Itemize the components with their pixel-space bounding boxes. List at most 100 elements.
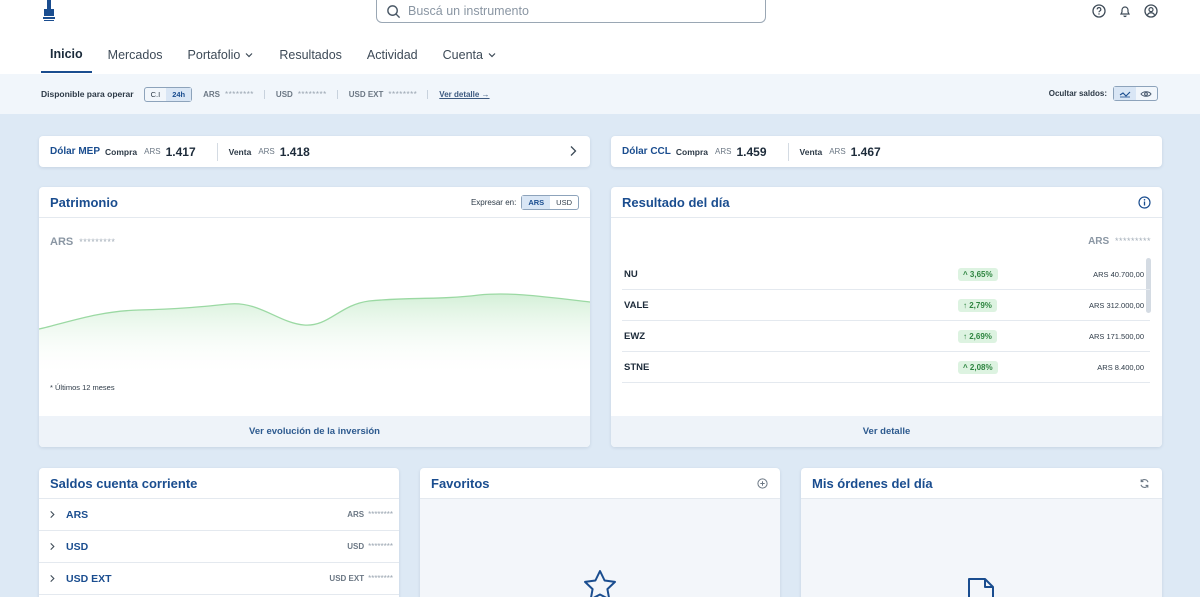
ver-detalle-link[interactable]: Ver detalle →	[439, 90, 489, 99]
result-amount: ARS 8.400,00	[1097, 362, 1144, 372]
chevron-right-icon[interactable]	[568, 145, 578, 157]
chart-hide-icon[interactable]	[1114, 87, 1136, 100]
ver-detalle-resultado-link[interactable]: Ver detalle	[611, 416, 1162, 447]
balance-row[interactable]: USD EXT USD EXT ********	[39, 563, 399, 595]
result-row[interactable]: NU ^ 3,65% ARS 40.700,00	[622, 259, 1150, 290]
balance-amount: USD ********	[347, 542, 393, 551]
chevron-right-icon	[50, 574, 55, 583]
term-selector: C.I 24h	[143, 86, 193, 102]
top-bar: Buscá un instrumento Inicio Mercados Por…	[0, 0, 1200, 74]
dolar-ccl-card[interactable]: Dólar CCL Compra ARS 1.459 Venta ARS 1.4…	[611, 136, 1162, 167]
result-amount: ARS 171.500,00	[1088, 331, 1144, 341]
help-icon[interactable]	[1092, 4, 1106, 18]
currency-code: ARS	[50, 236, 74, 248]
result-row[interactable]: EWZ ↑ 2,69% ARS 171.500,00	[622, 321, 1150, 352]
nav-mercados[interactable]: Mercados	[99, 36, 172, 73]
fx-name: Dólar MEP	[50, 146, 101, 157]
masked-value: ********	[225, 89, 254, 99]
patrimonio-card: Patrimonio Expresar en: ARS USD ARS ****…	[39, 187, 590, 447]
masked-value: ********	[368, 542, 393, 551]
ordenes-empty	[801, 499, 1162, 597]
currency-code: ARS	[1088, 236, 1110, 247]
masked-value: *********	[1114, 236, 1151, 246]
balance-row[interactable]: ARS ARS ********	[39, 499, 399, 531]
main-nav: Inicio Mercados Portafolio Resultados Ac…	[41, 36, 513, 73]
nav-resultados[interactable]: Resultados	[270, 36, 351, 73]
term-24h[interactable]: 24h	[166, 87, 192, 101]
dolar-mep-card[interactable]: Dólar MEP Compra ARS 1.417 Venta ARS 1.4…	[39, 136, 590, 167]
term-ci[interactable]: C.I	[145, 88, 167, 101]
express-label: Expresar en:	[470, 198, 517, 207]
bell-icon[interactable]	[1118, 4, 1132, 18]
currency-selector: ARS USD	[521, 195, 579, 210]
document-icon	[968, 578, 994, 597]
ver-evolucion-link[interactable]: Ver evolución de la inversión	[39, 416, 590, 447]
masked-value: ********	[368, 574, 393, 583]
result-row[interactable]: STNE ^ 2,08% ARS 8.400,00	[622, 352, 1150, 383]
refresh-icon[interactable]	[1139, 478, 1150, 489]
card-title: Mis órdenes del día	[812, 475, 933, 491]
balance-label: ARS	[66, 508, 89, 521]
patrimonio-header: Patrimonio Expresar en: ARS USD	[39, 187, 590, 218]
card-title: Resultado del día	[622, 194, 730, 210]
favoritos-header: Favoritos	[420, 468, 780, 499]
search-placeholder: Buscá un instrumento	[408, 4, 529, 18]
currency-code: USD EXT	[348, 89, 384, 99]
balance-label: USD	[66, 540, 89, 553]
change-badge: ^ 3,65%	[958, 267, 998, 281]
fx-name: Dólar CCL	[622, 146, 671, 157]
currency-usd[interactable]: USD	[550, 196, 578, 209]
logo-icon[interactable]	[42, 0, 56, 22]
nav-label: Resultados	[279, 47, 342, 62]
ticker: NU	[624, 268, 638, 280]
chart-area	[39, 293, 590, 377]
hide-balances: Ocultar saldos:	[1049, 86, 1158, 101]
hide-balances-toggle[interactable]	[1113, 86, 1158, 101]
balance-row[interactable]: USD USD ********	[39, 531, 399, 563]
balance-label: USD EXT	[66, 572, 112, 585]
nav-actividad[interactable]: Actividad	[358, 36, 427, 73]
info-icon[interactable]	[1138, 196, 1151, 209]
search-icon	[387, 4, 401, 18]
masked-value: ********	[388, 89, 418, 99]
resultado-card: Resultado del día ARS ********* NU ^ 3,6…	[611, 187, 1162, 447]
available-usd: USD ********	[275, 89, 338, 99]
nav-label: Cuenta	[442, 47, 483, 62]
express-in: Expresar en: ARS USD	[471, 195, 579, 210]
currency-code: USD	[275, 89, 293, 99]
currency-ars[interactable]: ARS	[522, 196, 551, 209]
nav-portafolio[interactable]: Portafolio	[179, 36, 264, 73]
nav-inicio[interactable]: Inicio	[41, 36, 92, 73]
chevron-right-icon	[50, 542, 55, 551]
card-title: Saldos cuenta corriente	[50, 475, 198, 491]
eye-icon[interactable]	[1136, 87, 1158, 100]
result-amount: ARS 312.000,00	[1088, 300, 1144, 310]
search-input[interactable]: Buscá un instrumento	[376, 0, 766, 23]
ordenes-card: Mis órdenes del día	[801, 468, 1162, 597]
change-badge: ^ 2,08%	[958, 360, 998, 374]
fx-buy-value: 1.459	[736, 144, 767, 159]
nav-label: Actividad	[366, 47, 418, 62]
balance-amount: USD EXT ********	[329, 574, 393, 583]
divider	[787, 142, 789, 161]
fx-sell-currency: ARS	[258, 147, 275, 156]
fx-buy-label: Compra	[675, 146, 709, 157]
masked-value: *********	[79, 237, 116, 247]
available-ars: ARS ********	[203, 89, 265, 99]
card-title: Favoritos	[431, 475, 490, 491]
change-badge: ↑ 2,69%	[958, 329, 997, 343]
fx-sell-label: Venta	[799, 146, 823, 157]
result-row[interactable]: VALE ↑ 2,79% ARS 312.000,00	[622, 290, 1150, 321]
masked-value: ********	[368, 510, 393, 519]
currency-code: ARS	[347, 510, 365, 519]
patrimonio-value: ARS *********	[50, 236, 115, 248]
nav-cuenta[interactable]: Cuenta	[434, 36, 506, 73]
masked-value: ********	[297, 89, 327, 99]
add-favorite-icon[interactable]	[757, 478, 768, 489]
user-icon[interactable]	[1144, 4, 1158, 18]
currency-code: USD	[347, 542, 365, 551]
fx-sell-value: 1.467	[850, 144, 881, 159]
star-icon	[584, 570, 616, 597]
chart-note: * Últimos 12 meses	[50, 383, 115, 392]
available-bar: Disponible para operar C.I 24h ARS ******…	[0, 74, 1200, 114]
